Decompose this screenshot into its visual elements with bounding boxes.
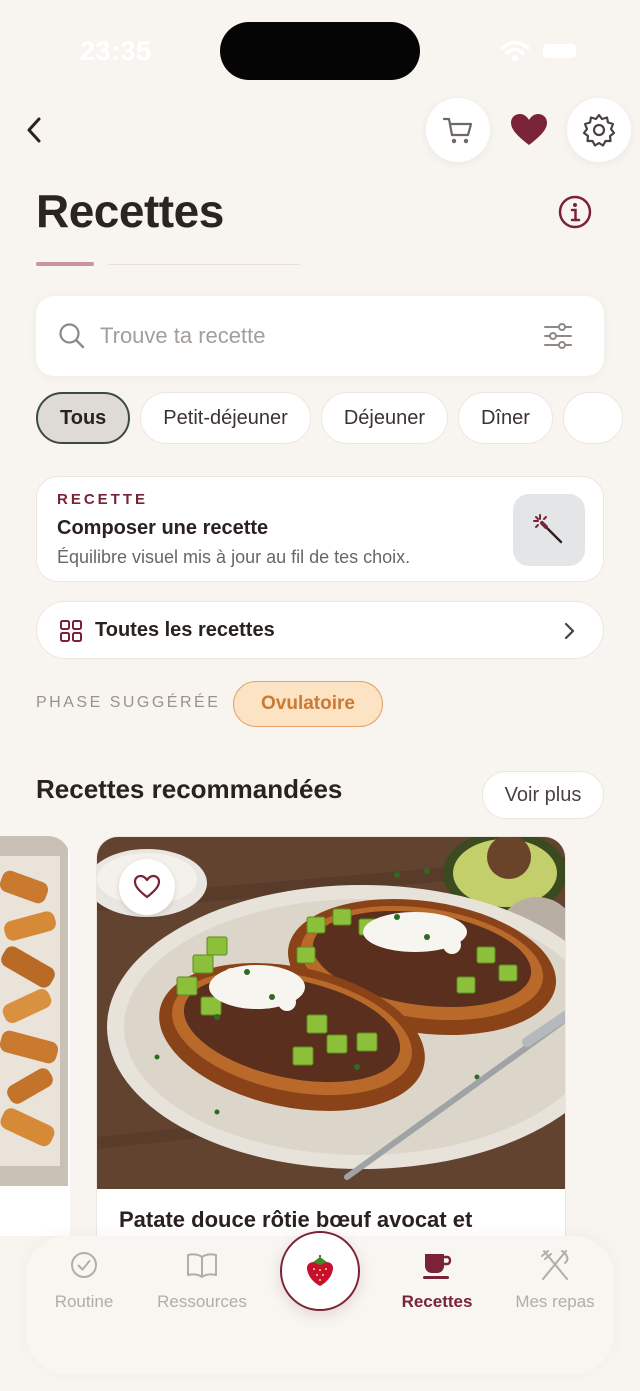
chip-petit-dejeuner[interactable]: Petit-déjeuner xyxy=(140,392,311,444)
search-icon xyxy=(59,323,85,349)
compose-recipe-card[interactable]: RECETTE Composer une recette Équilibre v… xyxy=(36,476,604,582)
search-input[interactable] xyxy=(100,296,520,376)
tab-mes-repas[interactable]: Mes repas xyxy=(500,1248,610,1328)
heart-outline-icon xyxy=(133,874,161,899)
phase-label: PHASE SUGGÉRÉE xyxy=(36,694,221,711)
compose-eyebrow: RECETTE xyxy=(57,491,149,508)
settings-button[interactable] xyxy=(567,98,631,162)
home-center-button[interactable] xyxy=(280,1231,360,1311)
phase-badge[interactable]: Ovulatoire xyxy=(233,681,383,727)
top-bar xyxy=(0,96,640,166)
back-button[interactable] xyxy=(14,110,54,150)
page-title: Recettes xyxy=(36,185,224,237)
chip-diner[interactable]: Dîner xyxy=(458,392,553,444)
compose-button[interactable] xyxy=(513,494,585,566)
all-recipes-label: Toutes les recettes xyxy=(95,619,275,641)
status-bar: 23:35 xyxy=(0,0,640,100)
category-chips: Tous Petit-déjeuner Déjeuner Dîner xyxy=(36,392,640,446)
section-title-recommended: Recettes recommandées xyxy=(36,774,343,804)
chevron-left-icon xyxy=(27,117,41,143)
see-more-button[interactable]: Voir plus xyxy=(482,771,604,819)
status-time: 23:35 xyxy=(80,36,152,66)
recipe-image-fries xyxy=(0,836,70,1236)
heart-icon xyxy=(511,114,547,145)
tab-routine[interactable]: Routine xyxy=(29,1248,139,1328)
tab-label-recettes: Recettes xyxy=(401,1292,473,1311)
tab-bar: Routine Ressources Recettes Mes repas xyxy=(26,1231,614,1374)
chevron-right-icon xyxy=(564,622,575,640)
cart-icon xyxy=(442,117,473,144)
search-bar xyxy=(36,296,604,376)
title-underline xyxy=(36,262,94,266)
chip-tous[interactable]: Tous xyxy=(36,392,131,444)
check-circle-icon xyxy=(71,1252,97,1278)
sliders-icon[interactable] xyxy=(542,322,574,350)
recipe-card-previous[interactable] xyxy=(0,836,70,1236)
magic-wand-icon xyxy=(533,514,563,544)
tab-label-routine: Routine xyxy=(54,1292,114,1311)
favorite-button[interactable] xyxy=(119,859,175,915)
favorites-button[interactable] xyxy=(505,108,553,152)
info-icon[interactable] xyxy=(557,194,593,230)
dynamic-island xyxy=(220,22,420,80)
tab-label-mes-repas: Mes repas xyxy=(515,1292,595,1311)
compose-subtitle: Équilibre visuel mis à jour au fil de te… xyxy=(57,547,411,567)
gear-icon xyxy=(582,113,616,147)
recipe-card[interactable]: Patate douce rôtie bœuf avocat et xyxy=(96,836,566,1256)
title-divider xyxy=(108,264,300,265)
cup-icon xyxy=(423,1254,452,1279)
recipe-card-title: Patate douce rôtie bœuf avocat et xyxy=(119,1207,473,1232)
grid-icon xyxy=(60,620,82,642)
book-icon xyxy=(187,1253,217,1278)
cart-button[interactable] xyxy=(426,98,490,162)
tab-ressources[interactable]: Ressources xyxy=(147,1248,257,1328)
strawberry-icon xyxy=(307,1255,333,1286)
all-recipes-row[interactable]: Toutes les recettes xyxy=(36,601,604,659)
tab-recettes[interactable]: Recettes xyxy=(382,1248,492,1328)
battery-icon xyxy=(543,44,576,58)
chip-dejeuner[interactable]: Déjeuner xyxy=(320,392,448,444)
wifi-icon xyxy=(500,40,530,61)
compose-title: Composer une recette xyxy=(57,517,269,539)
utensils-icon xyxy=(541,1250,569,1280)
tab-label-ressources: Ressources xyxy=(157,1292,247,1311)
chip-more[interactable] xyxy=(562,392,623,444)
